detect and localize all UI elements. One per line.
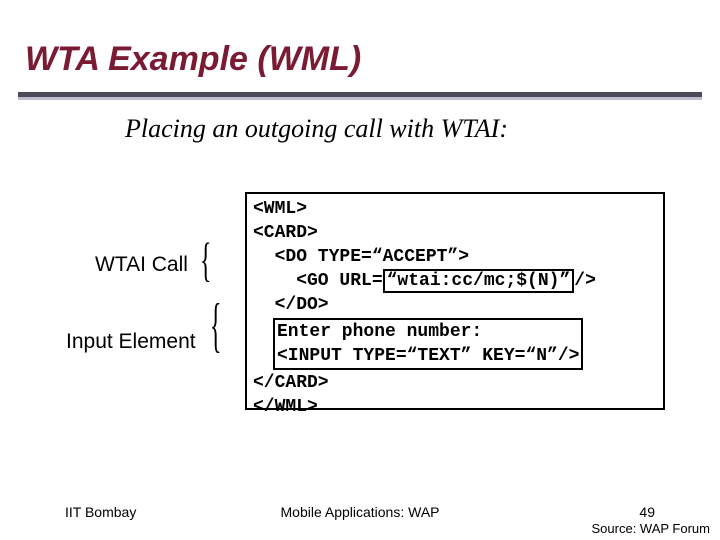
code-block: <WML> <CARD> <DO TYPE=“ACCEPT”> <GO URL=…	[245, 192, 665, 410]
label-input-element: Input Element	[66, 330, 196, 354]
slide-title: WTA Example (WML)	[25, 40, 361, 79]
slide: WTA Example (WML) Placing an outgoing ca…	[0, 0, 720, 540]
divider-light	[18, 97, 702, 100]
brace-icon: {	[200, 234, 212, 288]
code-line: <WML>	[253, 199, 307, 219]
code-line: </CARD>	[253, 373, 329, 393]
label-wtai-call: WTAI Call	[95, 253, 188, 277]
footer-source: Source: WAP Forum	[592, 521, 710, 536]
code-line: </DO>	[253, 295, 329, 315]
code-line: />	[574, 271, 596, 291]
brace-icon: {	[210, 293, 222, 361]
code-line: </WML>	[253, 397, 318, 417]
slide-subtitle: Placing an outgoing call with WTAI:	[125, 114, 508, 144]
code-line: <INPUT TYPE=“TEXT” KEY=“N”/>	[277, 346, 579, 366]
code-line: <GO URL=	[253, 271, 383, 291]
code-line: <CARD>	[253, 223, 318, 243]
footer-page-number: 49	[639, 504, 655, 520]
footer-title: Mobile Applications: WAP	[0, 504, 720, 520]
code-line: Enter phone number:	[277, 322, 482, 342]
highlight-input-block: Enter phone number: <INPUT TYPE=“TEXT” K…	[273, 318, 583, 370]
code-line: <DO TYPE=“ACCEPT”>	[253, 247, 469, 267]
highlight-wtai-url: “wtai:cc/mc;$(N)”	[383, 269, 575, 293]
